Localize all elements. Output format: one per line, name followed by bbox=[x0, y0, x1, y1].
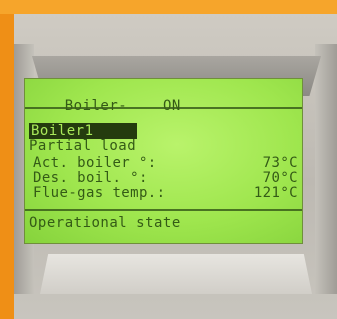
orange-housing-top bbox=[0, 0, 337, 14]
orange-housing-left bbox=[0, 0, 14, 319]
lcd-top-divider bbox=[25, 107, 302, 109]
lcd-mode: Partial load bbox=[29, 138, 137, 154]
lcd-row-value: 70°C bbox=[262, 170, 298, 186]
lcd-row-label: Flue-gas temp.: bbox=[33, 185, 166, 201]
lcd-header-label: Boiler- bbox=[64, 98, 128, 114]
lcd-display: Boiler- ON Boiler1 Partial load Act. boi… bbox=[24, 78, 303, 244]
lcd-header-state: ON bbox=[162, 98, 181, 114]
lcd-header: Boiler- ON bbox=[29, 85, 181, 127]
lcd-row-label: Act. boiler °: bbox=[33, 155, 157, 171]
lcd-footer: Operational state bbox=[29, 215, 181, 231]
bezel-bottom bbox=[40, 254, 312, 294]
bezel-right bbox=[315, 44, 337, 294]
lcd-selected-item-label: Boiler1 bbox=[31, 123, 94, 139]
lcd-row-value: 73°C bbox=[262, 155, 298, 171]
lcd-bottom-divider bbox=[25, 209, 302, 211]
lcd-row-value: 121°C bbox=[253, 185, 298, 201]
lcd-selected-item[interactable]: Boiler1 bbox=[29, 123, 137, 139]
lcd-row-label: Des. boil. °: bbox=[33, 170, 148, 186]
